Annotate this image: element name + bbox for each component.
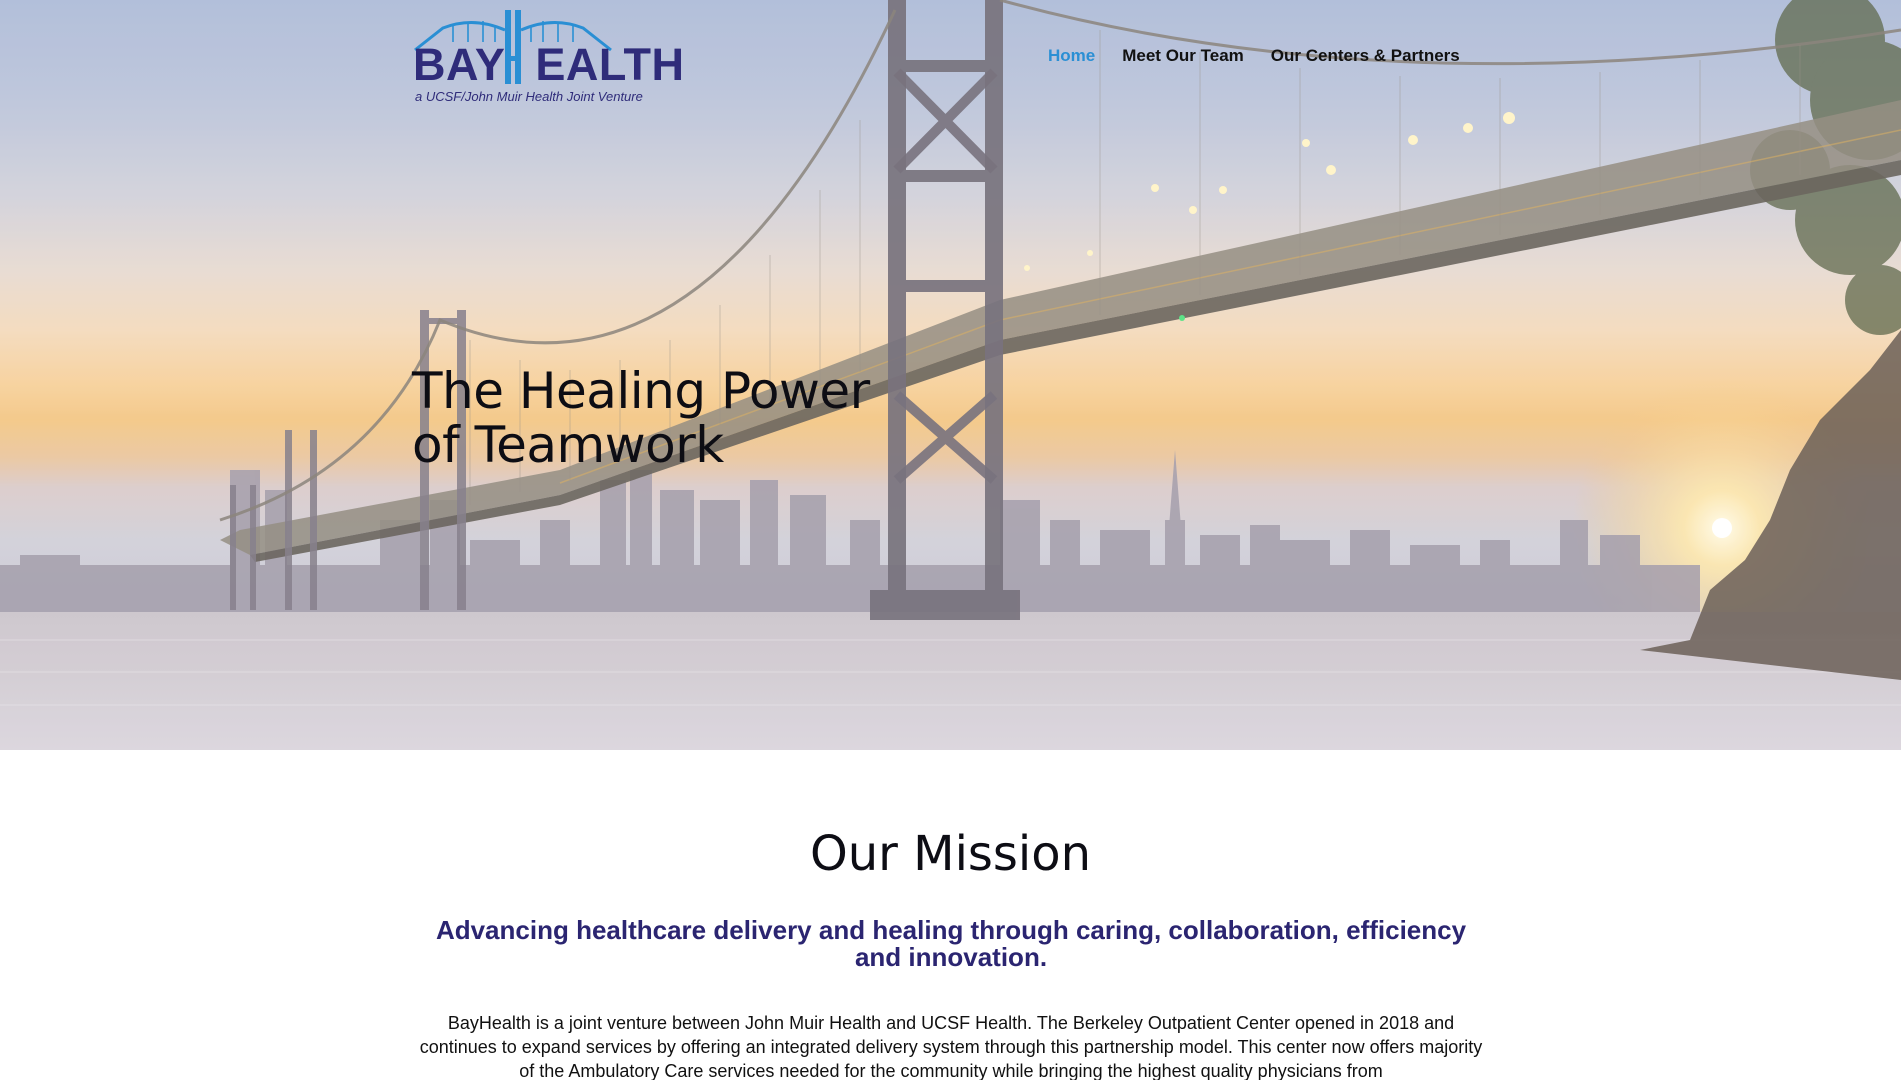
- mission-heading: Our Mission: [809, 826, 1092, 882]
- logo-wordmark: BAY EALTH: [413, 42, 685, 87]
- hero-title-line-2: of Teamwork: [412, 416, 724, 474]
- logo-word-left: BAY: [413, 39, 506, 90]
- logo-word-right: EALTH: [535, 39, 685, 90]
- hero-title: The Healing Power of Teamwork: [412, 364, 972, 472]
- mission-subheading: Advancing healthcare delivery and healin…: [435, 915, 1467, 972]
- nav-item-meet-our-team[interactable]: Meet Our Team: [1122, 46, 1244, 66]
- nav-item-our-centers-partners[interactable]: Our Centers & Partners: [1271, 46, 1460, 66]
- nav-item-home[interactable]: Home: [1048, 46, 1095, 66]
- hero-title-line-1: The Healing Power: [412, 362, 870, 420]
- logo-tagline: a UCSF/John Muir Health Joint Venture: [415, 89, 643, 104]
- bayhealth-logo[interactable]: BAY EALTH a UCSF/John Muir Health Joint …: [413, 8, 684, 108]
- main-navigation: Home Meet Our Team Our Centers & Partner…: [1048, 46, 1487, 66]
- mission-body-text: BayHealth is a joint venture between Joh…: [419, 1013, 1483, 1080]
